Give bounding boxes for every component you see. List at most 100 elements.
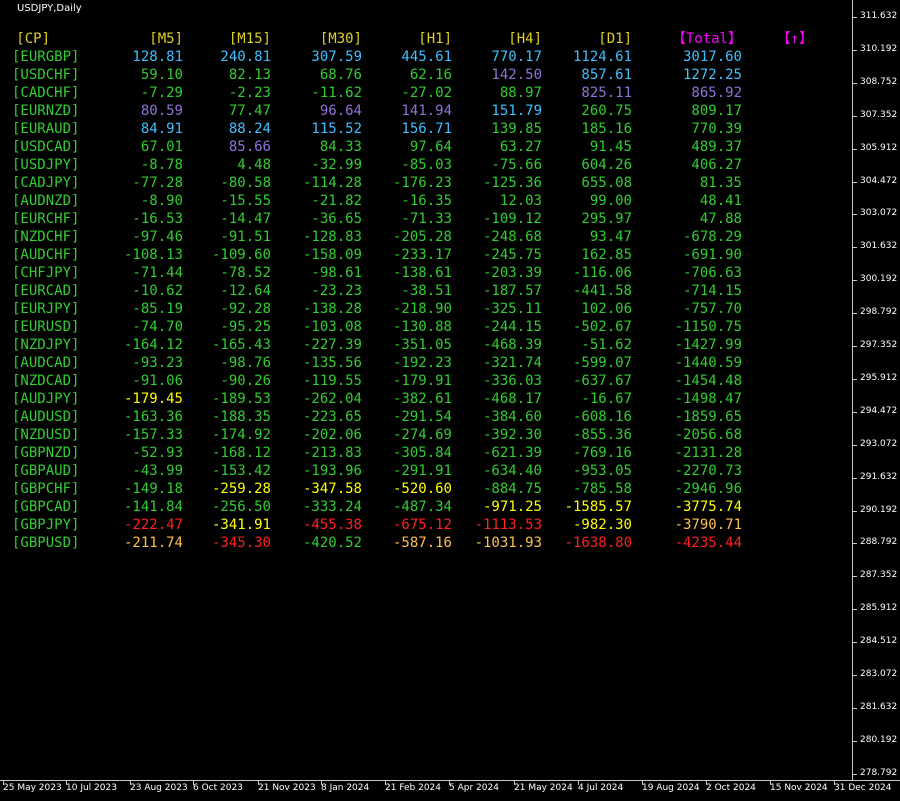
price-label: 298.792 (860, 307, 898, 317)
value-cell-total: -2946.96 (674, 481, 742, 497)
value-cell-total: 770.39 (691, 121, 742, 137)
value-cell-total: 406.27 (691, 157, 742, 173)
price-tick (853, 412, 857, 413)
value-cell-d1: 295.97 (581, 211, 632, 227)
header-arrow: 【↑】 (776, 31, 813, 47)
value-cell-d1: 825.11 (581, 85, 632, 101)
value-cell-d1: -1585.57 (564, 499, 632, 515)
price-tick (853, 543, 857, 544)
value-cell-total: 1272.25 (682, 67, 742, 83)
price-tick (853, 708, 857, 709)
value-cell-total: -1427.99 (674, 337, 742, 353)
date-label: 15 Nov 2024 (770, 783, 828, 793)
value-cell-total: 47.88 (699, 211, 742, 227)
price-tick (853, 675, 857, 676)
price-tick (853, 280, 857, 281)
price-tick (853, 642, 857, 643)
value-cell-d1: -637.67 (572, 373, 632, 389)
price-tick (853, 511, 857, 512)
value-cell-d1: -608.16 (572, 409, 632, 425)
price-label: 310.192 (860, 44, 898, 54)
date-label: 21 May 2024 (514, 783, 573, 793)
value-cell-d1: 604.26 (581, 157, 632, 173)
value-cell-total: 489.37 (691, 139, 742, 155)
value-cell-d1: -51.62 (581, 337, 632, 353)
value-cell-d1: 260.75 (581, 103, 632, 119)
value-cell-d1: -982.30 (572, 517, 632, 533)
price-label: 301.632 (860, 241, 898, 251)
header-cp: [CP] (16, 31, 50, 47)
price-label: 307.352 (860, 110, 898, 120)
value-cell-total: -1150.75 (674, 319, 742, 335)
price-tick (853, 478, 857, 479)
price-label: 285.912 (860, 603, 898, 613)
value-cell-total: -2270.73 (674, 463, 742, 479)
date-label: 5 Apr 2024 (449, 783, 499, 793)
price-label: 311.632 (860, 11, 898, 21)
date-label: 2 Oct 2024 (706, 783, 756, 793)
value-cell-total: -1454.48 (674, 373, 742, 389)
value-cell-d1: -16.67 (581, 391, 632, 407)
date-label: 21 Nov 2023 (258, 783, 316, 793)
price-label: 304.472 (860, 176, 898, 186)
time-axis[interactable]: 25 May 2023 10 Jul 2023 23 Aug 2023 6 Oct 2… (0, 780, 900, 801)
price-tick (853, 576, 857, 577)
value-cell-total: -2056.68 (674, 427, 742, 443)
value-cell-total: 48.41 (699, 193, 742, 209)
value-cell-d1: -855.36 (572, 427, 632, 443)
price-tick (853, 774, 857, 775)
price-label: 295.912 (860, 373, 898, 383)
price-tick (853, 379, 857, 380)
price-label: 288.792 (860, 537, 898, 547)
date-label: 31 Dec 2024 (834, 783, 892, 793)
value-cell-total: 809.17 (691, 103, 742, 119)
price-tick (853, 182, 857, 183)
price-tick (853, 214, 857, 215)
value-cell-d1: -769.16 (572, 445, 632, 461)
price-label: 294.472 (860, 406, 898, 416)
price-tick (853, 346, 857, 347)
date-label: 6 Oct 2023 (193, 783, 243, 793)
price-tick (853, 247, 857, 248)
price-label: 284.512 (860, 636, 898, 646)
price-tick (853, 116, 857, 117)
value-cell-total: 865.92 (691, 85, 742, 101)
value-cell-d1: 1124.61 (572, 49, 632, 65)
chart-area[interactable]: USDJPY,Daily [CP] [M5] [M15] [M30] [H1] [H4][… (0, 0, 852, 780)
value-cell-d1: 162.85 (581, 247, 632, 263)
value-cell-total: -691.90 (682, 247, 742, 263)
value-cell-d1: 857.61 (581, 67, 632, 83)
value-cell-total: -1440.59 (674, 355, 742, 371)
price-tick (853, 17, 857, 18)
value-cell-d1: -116.06 (572, 265, 632, 281)
price-label: 283.072 (860, 669, 898, 679)
price-label: 297.352 (860, 340, 898, 350)
price-tick (853, 445, 857, 446)
header-d1: [D1] (598, 31, 632, 47)
date-label: 8 Jan 2024 (321, 783, 370, 793)
value-cell-total: -3790.71 (674, 517, 742, 533)
price-tick (853, 149, 857, 150)
value-cell-total: -757.70 (682, 301, 742, 317)
value-cell-d1: 91.45 (589, 139, 632, 155)
price-tick (853, 83, 857, 84)
date-label: 4 Jul 2024 (578, 783, 624, 793)
date-label: 10 Jul 2023 (66, 783, 117, 793)
value-cell-total: -2131.28 (674, 445, 742, 461)
price-label: 293.072 (860, 439, 898, 449)
price-label: 291.632 (860, 472, 898, 482)
price-label: 290.192 (860, 505, 898, 515)
value-cell-d1: -502.67 (572, 319, 632, 335)
date-label: 23 Aug 2023 (130, 783, 188, 793)
value-cell-d1: 99.00 (589, 193, 632, 209)
value-cell-total: -3775.74 (674, 499, 742, 515)
value-cell-d1: -441.58 (572, 283, 632, 299)
value-cell-d1: -1638.80 (564, 535, 632, 551)
value-cell-d1: 655.08 (581, 175, 632, 191)
date-label: 25 May 2023 (3, 783, 62, 793)
price-label: 303.072 (860, 208, 898, 218)
value-cell-d1: -599.07 (572, 355, 632, 371)
price-axis[interactable]: 311.632 310.192 308.752 307.352 305.912 304.4… (852, 0, 900, 780)
value-cell-d1: 185.16 (581, 121, 632, 137)
value-cell-total: -678.29 (682, 229, 742, 245)
